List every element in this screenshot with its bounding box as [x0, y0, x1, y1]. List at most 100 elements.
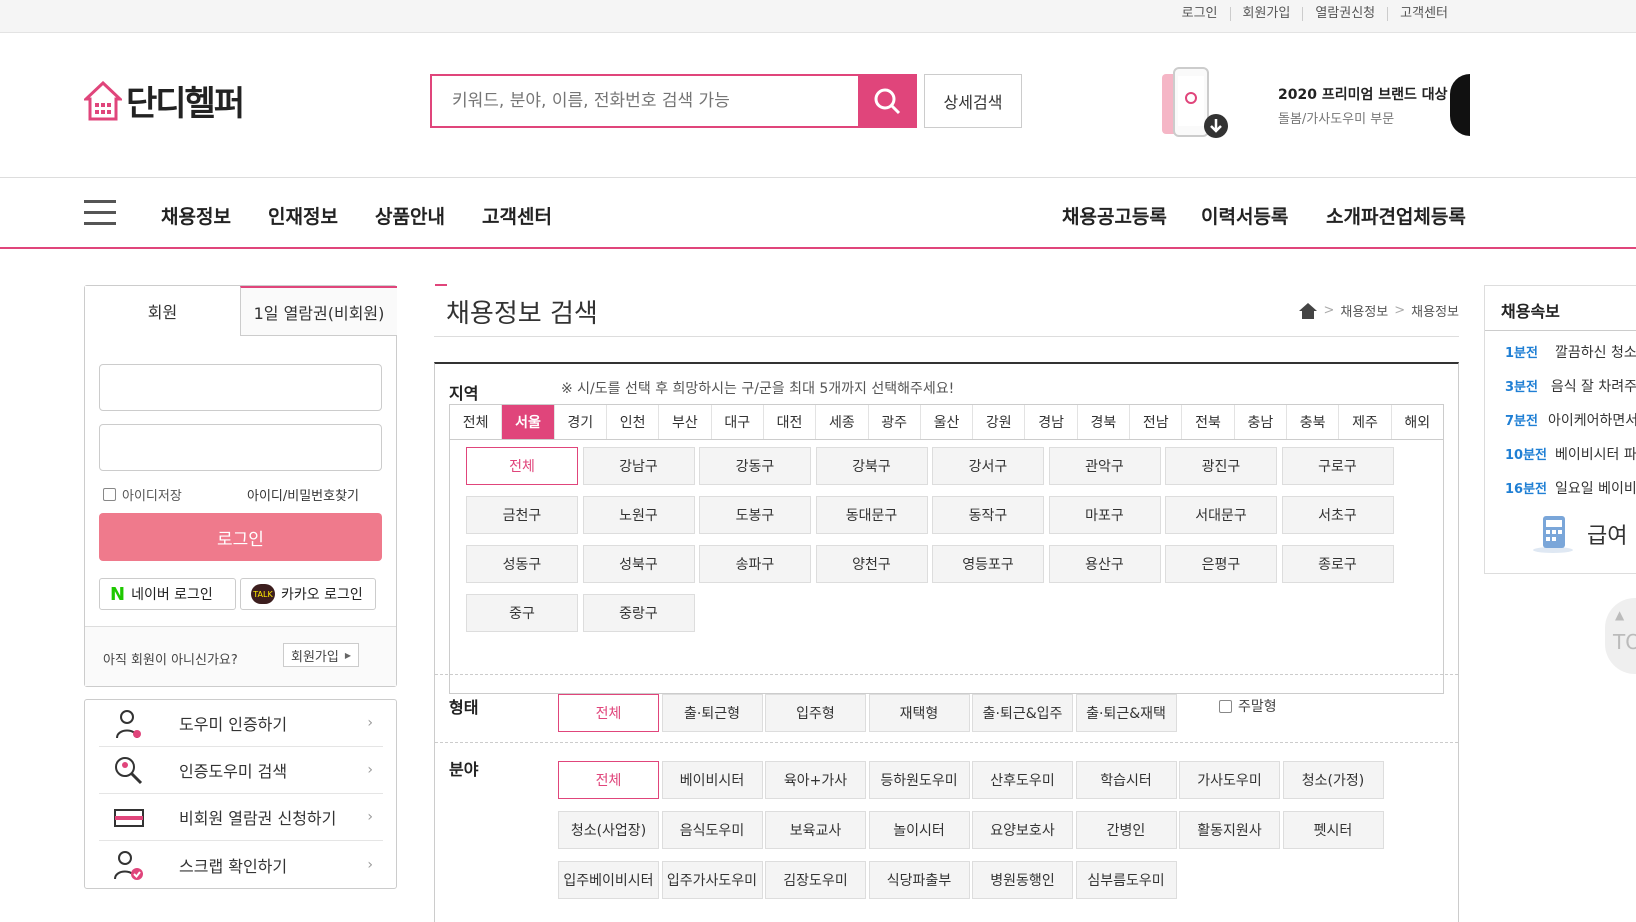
job-news-item[interactable]: 3분전 음식 잘 차려주 — [1505, 376, 1636, 396]
district-button[interactable]: 노원구 — [582, 496, 695, 534]
region-tab[interactable]: 전체 — [450, 405, 503, 439]
job-news-item[interactable]: 1분전 깔끔하신 청소 — [1505, 342, 1636, 362]
quick-verify-helper[interactable]: 도우미 인증하기 › — [99, 700, 383, 747]
type-button[interactable]: 입주형 — [765, 694, 866, 732]
district-button[interactable]: 영등포구 — [932, 545, 1044, 583]
tab-guest-pass[interactable]: 1일 열람권(비회원) — [240, 286, 397, 336]
district-button[interactable]: 성북구 — [582, 545, 695, 583]
type-button[interactable]: 출·퇴근&재택 — [1075, 694, 1177, 732]
nav-customer-center[interactable]: 고객센터 — [482, 202, 552, 229]
region-tab[interactable]: 제주 — [1339, 405, 1392, 439]
region-tab[interactable]: 인천 — [607, 405, 660, 439]
district-button[interactable]: 성동구 — [466, 545, 578, 583]
tab-member[interactable]: 회원 — [85, 286, 240, 336]
district-button[interactable]: 은평구 — [1165, 545, 1277, 583]
field-button[interactable]: 가사도우미 — [1179, 761, 1280, 799]
save-id-checkbox[interactable] — [103, 488, 116, 501]
field-button[interactable]: 입주베이비시터 — [558, 861, 659, 899]
scroll-top-button[interactable]: ▲ TO — [1605, 598, 1636, 674]
breadcrumb-item[interactable]: 채용정보 — [1411, 301, 1459, 320]
save-id-option[interactable]: 아이디저장 — [103, 485, 182, 504]
password-field[interactable] — [99, 424, 382, 471]
login-link[interactable]: 로그인 — [1170, 7, 1230, 21]
search-input[interactable] — [432, 76, 852, 126]
home-icon[interactable] — [1298, 302, 1318, 320]
job-news-item[interactable]: 10분전 베이비시터 파 — [1505, 444, 1636, 464]
weekend-option[interactable]: 주말형 — [1219, 696, 1277, 716]
district-button[interactable]: 강서구 — [932, 447, 1044, 485]
region-tab-selected[interactable]: 서울 — [502, 405, 555, 439]
district-button[interactable]: 서초구 — [1281, 496, 1394, 534]
job-news-item[interactable]: 16분전 일요일 베이비 — [1505, 478, 1636, 498]
district-button[interactable]: 마포구 — [1048, 496, 1161, 534]
nav-register-resume[interactable]: 이력서등록 — [1201, 202, 1288, 229]
region-tab[interactable]: 경기 — [555, 405, 607, 439]
brand-banner[interactable]: 2020 프리미엄 브랜드 대상 돌봄/가사도우미 부문 — [1160, 66, 1470, 146]
district-button[interactable]: 강동구 — [699, 447, 811, 485]
login-button[interactable]: 로그인 — [99, 513, 382, 561]
district-button[interactable]: 서대문구 — [1165, 496, 1277, 534]
district-button[interactable]: 광진구 — [1165, 447, 1277, 485]
type-button-selected[interactable]: 전체 — [558, 694, 659, 732]
region-tab[interactable]: 충남 — [1235, 405, 1287, 439]
join-button[interactable]: 회원가입 ▶ — [283, 643, 359, 667]
region-tab[interactable]: 해외 — [1392, 405, 1443, 439]
type-button[interactable]: 출·퇴근&입주 — [972, 694, 1073, 732]
region-tab[interactable]: 대전 — [764, 405, 817, 439]
field-button[interactable]: 청소(가정) — [1282, 761, 1384, 799]
region-tab[interactable]: 세종 — [816, 405, 869, 439]
search-button[interactable] — [858, 74, 916, 128]
field-button[interactable]: 김장도우미 — [765, 861, 866, 899]
type-button[interactable]: 출·퇴근형 — [661, 694, 763, 732]
field-button[interactable]: 입주가사도우미 — [661, 861, 763, 899]
field-button[interactable]: 학습시터 — [1075, 761, 1177, 799]
field-button[interactable]: 놀이시터 — [868, 811, 970, 849]
quick-scrap[interactable]: 스크랩 확인하기 › — [99, 841, 383, 888]
district-button[interactable]: 도봉구 — [699, 496, 811, 534]
district-button[interactable]: 용산구 — [1048, 545, 1161, 583]
nav-talent[interactable]: 인재정보 — [268, 202, 338, 229]
signup-link[interactable]: 회원가입 — [1229, 7, 1303, 21]
field-button[interactable]: 보육교사 — [765, 811, 866, 849]
weekend-checkbox[interactable] — [1219, 699, 1232, 713]
field-button[interactable]: 식당파출부 — [868, 861, 970, 899]
field-button[interactable]: 청소(사업장) — [558, 811, 659, 849]
nav-products[interactable]: 상품안내 — [375, 202, 445, 229]
nav-recruit[interactable]: 채용정보 — [161, 202, 231, 229]
field-button[interactable]: 등하원도우미 — [868, 761, 970, 799]
district-button[interactable]: 송파구 — [699, 545, 811, 583]
field-button[interactable]: 병원동행인 — [972, 861, 1073, 899]
salary-calculator-link[interactable]: 급여 — [1531, 514, 1627, 554]
district-button[interactable]: 동대문구 — [815, 496, 928, 534]
district-button[interactable]: 중랑구 — [582, 594, 695, 632]
field-button[interactable]: 간병인 — [1075, 811, 1177, 849]
nav-post-job[interactable]: 채용공고등록 — [1062, 202, 1167, 229]
region-tab[interactable]: 울산 — [921, 405, 974, 439]
district-button[interactable]: 강남구 — [582, 447, 695, 485]
naver-login-button[interactable]: N 네이버 로그인 — [99, 578, 236, 610]
district-button[interactable]: 강북구 — [815, 447, 928, 485]
region-tab[interactable]: 광주 — [869, 405, 921, 439]
district-button[interactable]: 동작구 — [932, 496, 1044, 534]
district-button[interactable]: 중구 — [466, 594, 578, 632]
field-button[interactable]: 요양보호사 — [972, 811, 1073, 849]
field-button[interactable]: 펫시터 — [1282, 811, 1384, 849]
district-button[interactable]: 양천구 — [815, 545, 928, 583]
district-button[interactable]: 금천구 — [466, 496, 578, 534]
region-tab[interactable]: 대구 — [712, 405, 764, 439]
field-button[interactable]: 심부름도우미 — [1075, 861, 1177, 899]
id-field[interactable] — [99, 364, 382, 411]
job-news-item[interactable]: 7분전 아이케어하면서 — [1505, 410, 1636, 430]
region-tab[interactable]: 충북 — [1287, 405, 1340, 439]
find-id-link[interactable]: 아이디/비밀번호찾기 — [247, 485, 359, 504]
field-button[interactable]: 베이비시터 — [661, 761, 763, 799]
menu-icon[interactable] — [84, 200, 116, 226]
region-tab[interactable]: 전북 — [1182, 405, 1235, 439]
quick-search-helper[interactable]: 인증도우미 검색 › — [99, 747, 383, 794]
customer-center-link[interactable]: 고객센터 — [1387, 7, 1460, 21]
site-logo[interactable]: 단디헬퍼 — [84, 76, 245, 125]
field-button-selected[interactable]: 전체 — [558, 761, 659, 799]
district-button[interactable]: 종로구 — [1281, 545, 1394, 583]
field-button[interactable]: 산후도우미 — [972, 761, 1073, 799]
district-button[interactable]: 관악구 — [1048, 447, 1161, 485]
